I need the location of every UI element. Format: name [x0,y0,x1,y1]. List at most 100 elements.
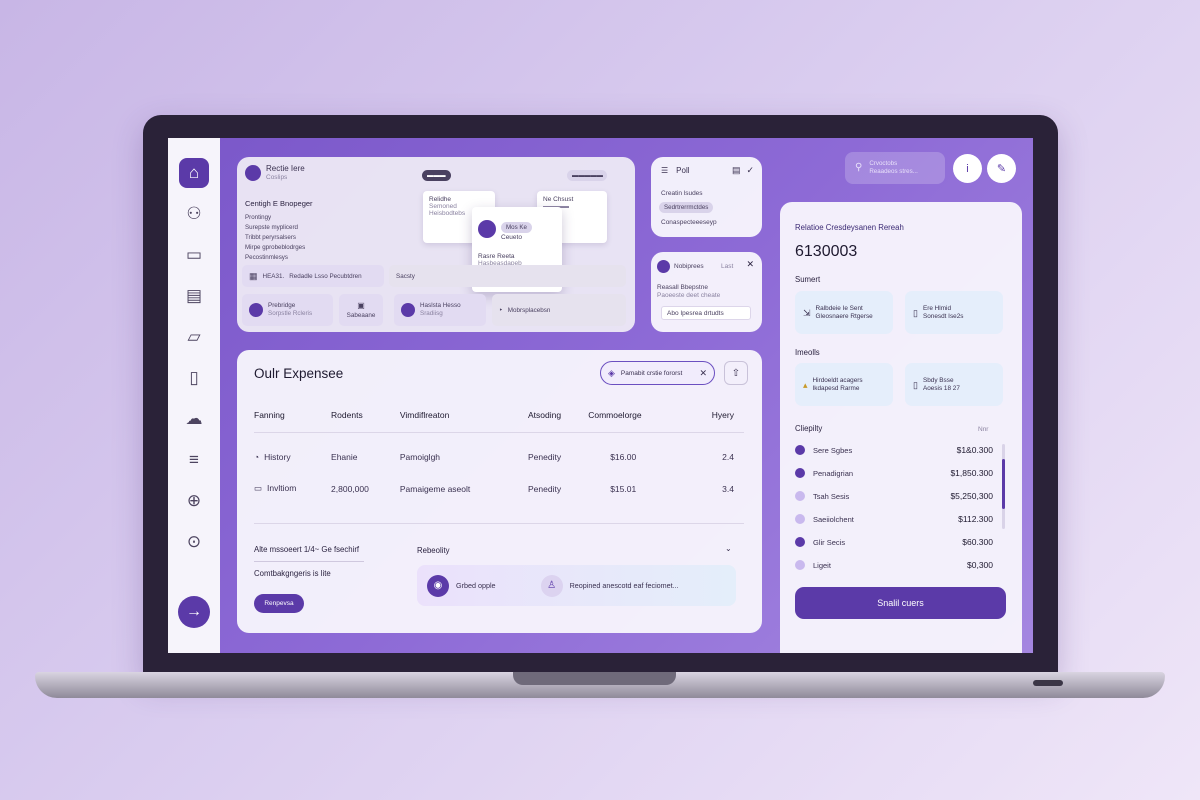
footer-right-title: Rebeolity [417,546,450,555]
location-search[interactable]: ⚲ Crvoctobs Reaadeos stres... [845,152,945,184]
poll-label: Poll [676,166,690,175]
table-cell: 3.4 [722,483,734,494]
dashboard-icon[interactable]: ⌂ [179,158,209,188]
column-header[interactable]: Fanning [254,408,332,433]
menu-icon[interactable]: ☰ [661,166,668,175]
list-amount: $1&0.300 [956,445,993,455]
pen-icon: ✎ [996,163,1007,175]
poll-chip[interactable]: Sedrtrerrmctdes [659,202,714,213]
entry-row[interactable]: Prebridge Sorpstle Rcleris [242,294,333,326]
primary-action-button[interactable]: Snalil cuers [795,587,1006,619]
summary-tile[interactable]: ▴ Hirdoeldt acagers Ikdapesd Rarme [795,363,893,406]
users-icon[interactable]: ⚇ [179,199,209,229]
status-dot [795,560,805,570]
chip-b[interactable]: ▬▬▬▬▬ [567,170,607,181]
entry-tile[interactable]: ▣ Sabeaane [339,294,383,326]
inbox-icon[interactable]: ▭ [179,240,209,270]
divider [254,523,744,524]
app-screen: ⌂ ⚇ ▭ ▤ ▱ ▯ ☁ ≡ ⊕ ⊙ → Rectie Iere Coslip… [168,138,1033,653]
scrollbar-thumb[interactable] [1002,459,1005,509]
close-icon[interactable]: ✕ [746,259,754,270]
footer-button[interactable]: Renpevsa [254,594,304,613]
list-label: Penadigrian [813,468,854,478]
entry-text: Mobrsplacebsn [507,306,551,314]
section-label: Cliepilty [795,424,823,433]
list-amount: $1,850.300 [950,468,993,478]
bell-icon: ▴ [803,379,808,390]
status-dot [795,468,805,478]
laptop-notch [513,672,676,685]
printer-icon[interactable]: ≡ [179,445,209,475]
table-row[interactable]: ◔ History Ehanie Pamoiglgh Penedity $16.0… [254,433,744,465]
section-title: Centigh E Bnopeger [245,199,313,208]
summary-tile[interactable]: ▯ Ere Hlmid Sonesdt Ise2s [905,291,1003,334]
entry-row[interactable]: ‣ Mobrsplacebsn [492,294,626,326]
globe-icon[interactable]: ⊕ [179,486,209,516]
document-icon[interactable]: ▯ [179,363,209,393]
calendar-icon[interactable]: ▤ [732,165,741,176]
notification-avatar [657,260,670,273]
share-button[interactable]: ⇧ [724,361,748,385]
doc-icon: ▯ [913,379,918,390]
folder-icon[interactable]: ▱ [179,322,209,352]
close-icon[interactable]: ✕ [699,368,707,379]
footer-box[interactable]: ◉ Grbed opple ♙ Reopined anescotd eaf fe… [417,565,736,606]
tile-line: Ikdapesd Rarme [812,384,860,392]
chip-a[interactable]: ▬▬▬ [422,170,451,181]
status-dot [795,445,805,455]
info-icon: i [966,162,969,175]
column-header[interactable]: Commoelorge [588,408,686,433]
summary-bar[interactable]: ▦ HEA31. Redadle Lsso Pecubtdren [242,265,384,287]
list-item[interactable]: Tsah Sesis $5,250,300 [795,491,993,501]
list-item[interactable]: Ligeit $0,300 [795,560,993,570]
person-icon: ♙ [540,574,563,597]
column-header[interactable]: Rodents [331,408,400,433]
tile-line: Aoesis 18 27 [922,384,960,392]
filter-pill[interactable]: ◈ Pamabit crstie fororst ✕ [600,361,715,385]
check-icon[interactable]: ✓ [746,165,754,176]
column-header[interactable]: Vimdiflreaton [399,408,528,433]
entry-row[interactable]: Haslsta Hesso Sradiisg [394,294,486,326]
column-header[interactable]: Atsoding [527,408,589,433]
go-arrow-button[interactable]: → [178,596,210,628]
column-header[interactable]: Hyery [685,408,744,433]
list-item[interactable]: Glir Secis $60.300 [795,537,993,547]
tile-line: Sonesdt Ise2s [922,312,964,320]
edit-button[interactable]: ✎ [987,154,1016,183]
compass-icon: ◉ [427,574,449,597]
scrollbar[interactable] [1002,444,1005,529]
notification-tag: Last [721,263,734,270]
tag-icon: ◈ [608,367,615,378]
footer-left: Alte mssoeert 1/4~ Ge fsechirf Comtbakgn… [254,545,364,578]
list-label: Sere Sgbes [813,445,853,455]
entry-avatar [249,303,263,317]
chevron-down-icon[interactable]: ⌄ [725,544,732,553]
list-label: Tsah Sesis [813,491,850,501]
summary-tile[interactable]: ▯ Sbdy Bsse Aoesis 18 27 [905,363,1003,406]
info-button[interactable]: i [953,154,982,183]
summary-tile[interactable]: ⇲ Ralbdeie Ie Sent Gleosnaere Rtgerse [795,291,893,334]
section-link[interactable]: Nnr [978,426,988,433]
mini-card-title: Ne Chsust [543,196,574,203]
notifications-card: Nobiprees Last ✕ Reasall Bbepstne Paoees… [651,252,762,332]
book-icon[interactable]: ▤ [179,281,209,311]
popup-avatar [478,219,496,238]
list-label: Glir Secis [813,537,846,547]
list-label: Ligeit [813,560,831,570]
list-item: Prontingy [245,214,272,221]
tile-line: Hirdoeldt acagers [812,376,863,384]
list-item[interactable]: Penadigrian $1,850.300 [795,468,993,478]
list-item: Mirpe gprobeblodrges [245,244,306,251]
search-bar[interactable]: Sacsty [389,265,626,287]
table-cell: Invltiom [267,483,297,493]
download-icon[interactable]: ⊙ [179,527,209,557]
divider [254,561,364,562]
list-item[interactable]: Saeiiolchent $112.300 [795,514,993,524]
notification-input[interactable]: Abo Ipesrea drtudts [661,306,751,320]
table-row[interactable]: ▭ Invltiom 2,800,000 Pamaigeme aseolt Pen… [254,465,744,497]
list-amount: $60.300 [962,537,993,547]
share-icon: ⇧ [731,367,741,379]
list-item[interactable]: Sere Sgbes $1&0.300 [795,445,993,455]
team-icon[interactable]: ☁ [179,404,209,434]
table-cell: Pamoiglgh [399,451,441,462]
